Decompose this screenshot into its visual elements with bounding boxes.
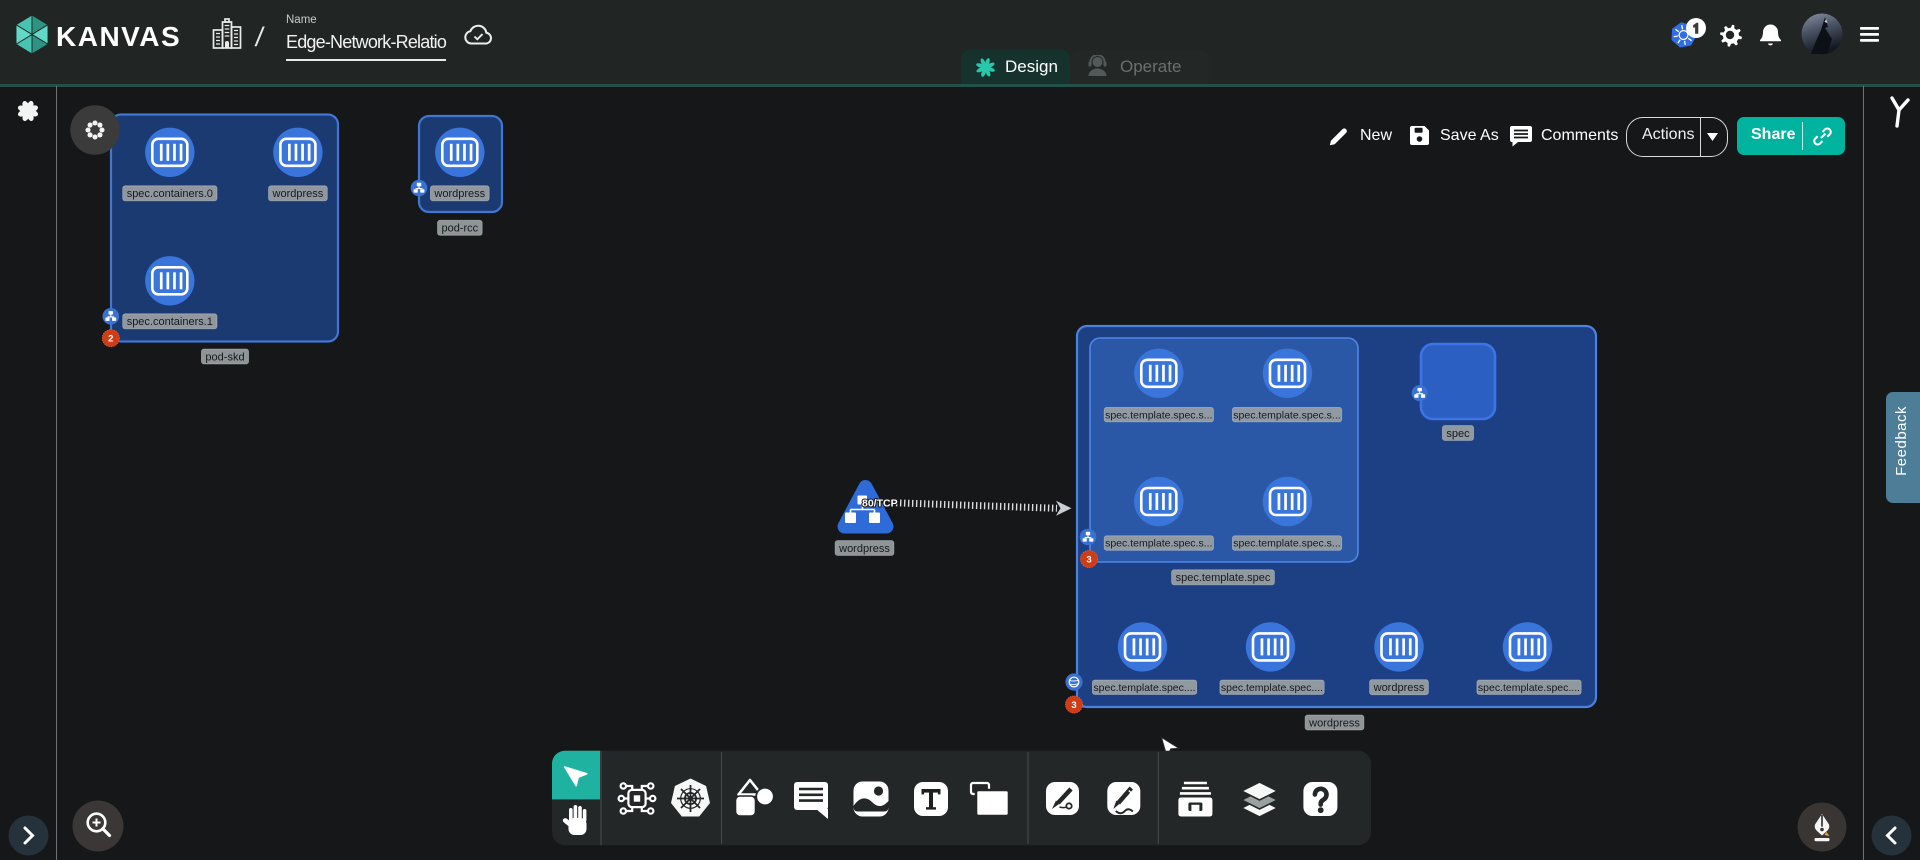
svg-text:wordpress: wordpress bbox=[433, 188, 485, 200]
svg-text:spec: spec bbox=[1446, 428, 1470, 440]
svg-text:3: 3 bbox=[1086, 554, 1091, 565]
svg-text:spec.template.spec.s...: spec.template.spec.s... bbox=[1233, 538, 1340, 550]
svg-text:spec.template.spec....: spec.template.spec.... bbox=[1478, 682, 1580, 694]
svg-text:spec.containers.1: spec.containers.1 bbox=[127, 316, 213, 328]
svg-text:wordpress: wordpress bbox=[1373, 682, 1425, 694]
svg-text:spec.template.spec.s...: spec.template.spec.s... bbox=[1233, 409, 1340, 421]
svg-text:pod-rcc: pod-rcc bbox=[441, 223, 478, 235]
svg-text:spec.template.spec.s...: spec.template.spec.s... bbox=[1105, 409, 1212, 421]
svg-text:wordpress: wordpress bbox=[838, 543, 890, 555]
svg-text:pod-skd: pod-skd bbox=[205, 351, 244, 363]
svg-text:spec.containers.0: spec.containers.0 bbox=[127, 188, 213, 200]
svg-text:80/TCP: 80/TCP bbox=[862, 498, 898, 510]
svg-text:spec.template.spec: spec.template.spec bbox=[1176, 572, 1271, 584]
svg-text:wordpress: wordpress bbox=[1308, 717, 1360, 729]
svg-text:3: 3 bbox=[1071, 700, 1076, 711]
svg-text:2: 2 bbox=[108, 334, 113, 345]
svg-text:wordpress: wordpress bbox=[272, 188, 324, 200]
svg-text:spec.template.spec....: spec.template.spec.... bbox=[1221, 682, 1323, 694]
svg-text:spec.template.spec.s...: spec.template.spec.s... bbox=[1105, 538, 1212, 550]
svg-text:spec.template.spec....: spec.template.spec.... bbox=[1093, 682, 1195, 694]
